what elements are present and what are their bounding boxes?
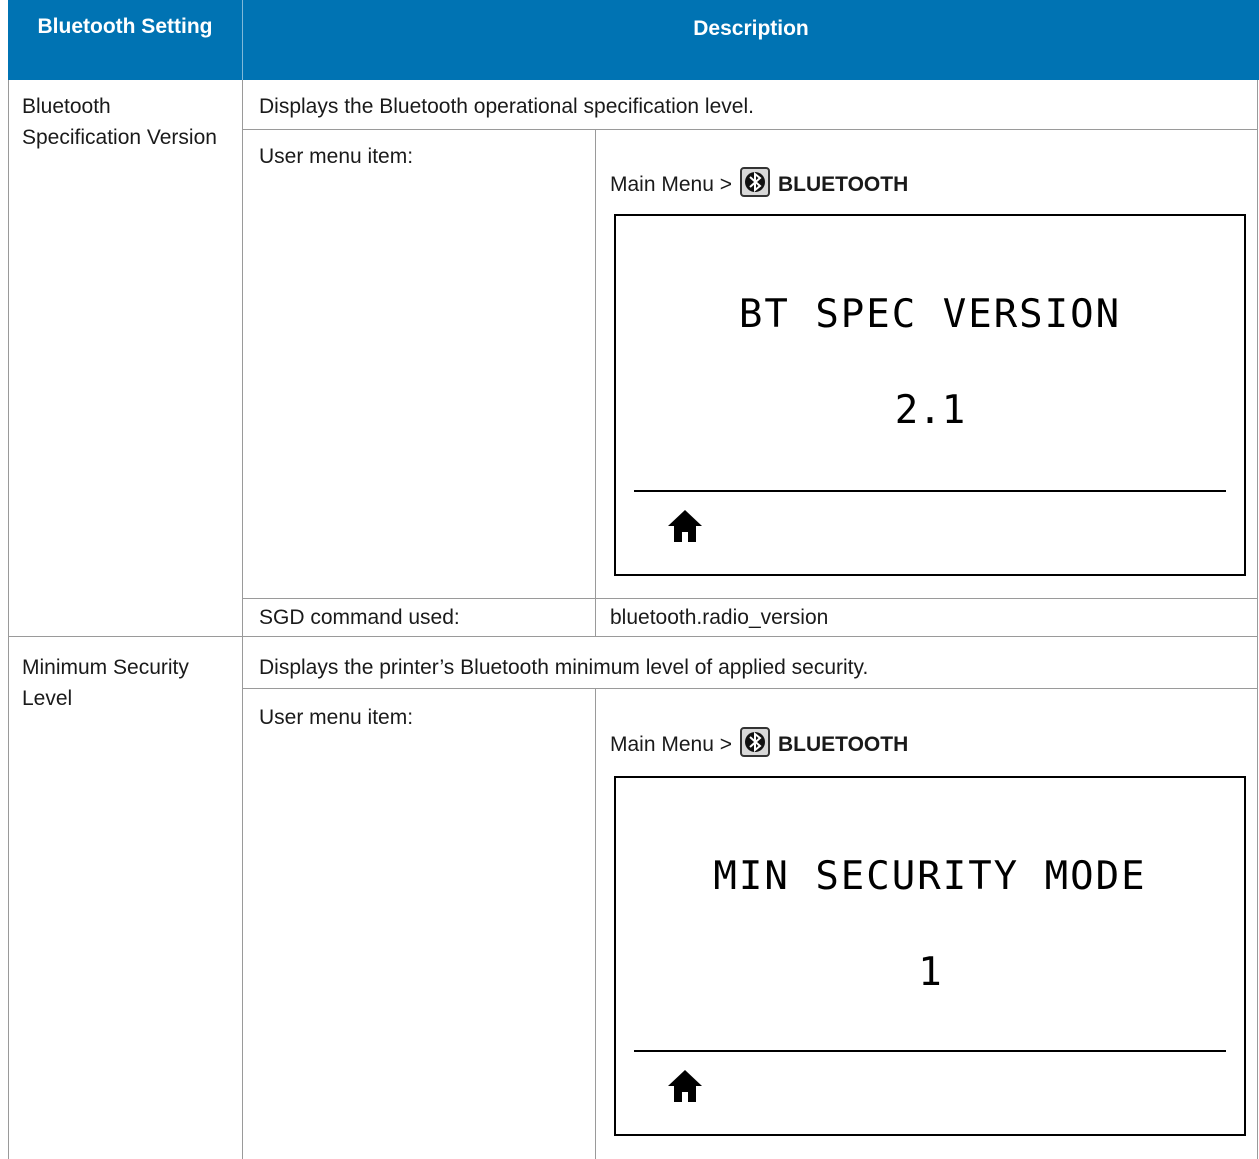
- row2-description: Displays the printer’s Bluetooth minimum…: [259, 656, 869, 679]
- row-separator: [8, 636, 1258, 637]
- row1-sgd-value: bluetooth.radio_version: [610, 606, 829, 629]
- grid-left-border: [8, 80, 9, 1159]
- row1-menu-path: Main Menu > BLUETOOTH: [610, 163, 908, 197]
- row1-description: Displays the Bluetooth operational speci…: [259, 95, 754, 118]
- lcd-value: 2.1: [894, 388, 966, 433]
- row1-desc-rule: [242, 129, 1258, 130]
- header-divider: [242, 0, 243, 80]
- lcd-title: BT SPEC VERSION: [738, 292, 1122, 337]
- setting-bluetooth-spec-version: Bluetooth Specification Version: [22, 95, 217, 149]
- row1-user-menu-label: User menu item:: [259, 145, 414, 168]
- setting-minimum-security-level: Minimum Security Level: [22, 656, 189, 710]
- grid-subcol-divider-2: [595, 689, 596, 1159]
- lcd-value: 1: [918, 950, 942, 995]
- home-icon: [668, 510, 702, 542]
- row2-menu-path: Main Menu > BLUETOOTH: [610, 723, 908, 757]
- header-bluetooth-setting: Bluetooth Setting: [37, 15, 213, 38]
- grid-right-border: [1257, 80, 1258, 1159]
- row1-sgd-label: SGD command used:: [259, 606, 460, 629]
- home-icon: [668, 1070, 702, 1102]
- grid-col-divider: [242, 80, 243, 1159]
- lcd-screen-bt-spec-version: BT SPEC VERSION 2.1: [614, 214, 1246, 576]
- bluetooth-icon: [739, 727, 770, 757]
- header-description: Description: [693, 17, 809, 40]
- grid-subcol-divider-1: [595, 130, 596, 636]
- row2-user-menu-label: User menu item:: [259, 706, 414, 729]
- lcd-divider: [634, 490, 1226, 492]
- row1-sgd-rule: [242, 598, 1258, 599]
- bluetooth-icon: [739, 167, 770, 197]
- lcd-title: MIN SECURITY MODE: [713, 854, 1147, 899]
- row2-desc-rule: [242, 688, 1258, 689]
- lcd-divider: [634, 1050, 1226, 1052]
- lcd-screen-min-security-mode: MIN SECURITY MODE 1: [614, 776, 1246, 1136]
